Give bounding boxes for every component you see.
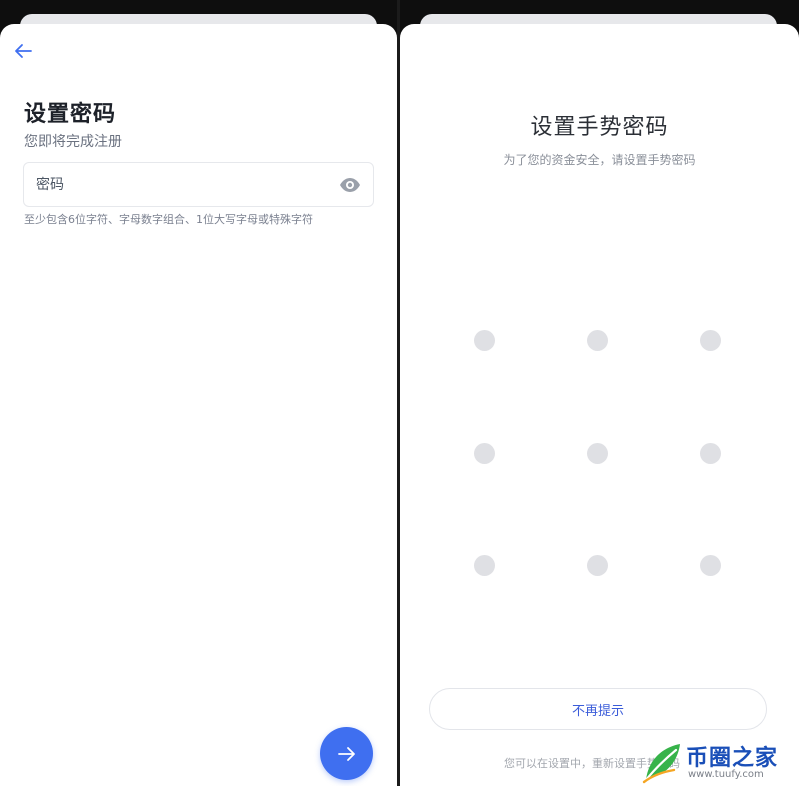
- set-password-screen: 设置密码 您即将完成注册 至少包含6位字符、字母数字组合、1位大写字母或特殊字符: [0, 0, 397, 786]
- gesture-dot-2[interactable]: [587, 330, 608, 351]
- site-watermark: 币圈之家 www.tuufy.com: [640, 738, 796, 784]
- page-subtitle: 您即将完成注册: [24, 134, 122, 150]
- next-button[interactable]: [320, 727, 373, 780]
- password-input[interactable]: [36, 163, 326, 206]
- watermark-url: www.tuufy.com: [688, 769, 764, 780]
- gesture-dot-4[interactable]: [474, 443, 495, 464]
- toggle-visibility-button[interactable]: [339, 175, 361, 195]
- gesture-dot-7[interactable]: [474, 555, 495, 576]
- password-sheet: 设置密码 您即将完成注册 至少包含6位字符、字母数字组合、1位大写字母或特殊字符: [0, 24, 397, 786]
- watermark-brand: 币圈之家: [686, 746, 779, 771]
- back-button[interactable]: [8, 36, 38, 66]
- password-requirements-hint: 至少包含6位字符、字母数字组合、1位大写字母或特殊字符: [24, 213, 313, 226]
- page-subtitle: 为了您的资金安全，请设置手势密码: [503, 153, 696, 167]
- dont-remind-button[interactable]: 不再提示: [429, 688, 767, 730]
- set-gesture-screen: 设置手势密码 为了您的资金安全，请设置手势密码 不再提示 您可以在设置中，重新设…: [400, 0, 799, 786]
- gesture-dot-9[interactable]: [700, 555, 721, 576]
- eye-icon: [340, 178, 360, 192]
- gesture-sheet: 设置手势密码 为了您的资金安全，请设置手势密码 不再提示 您可以在设置中，重新设…: [400, 24, 799, 786]
- arrow-right-icon: [337, 746, 355, 761]
- gesture-dot-5[interactable]: [587, 443, 608, 464]
- arrow-left-icon: [15, 44, 32, 58]
- page-title: 设置手势密码: [530, 115, 669, 140]
- gesture-dot-6[interactable]: [700, 443, 721, 464]
- password-field-container: [23, 162, 374, 207]
- gesture-dot-1[interactable]: [474, 330, 495, 351]
- page-title: 设置密码: [24, 102, 117, 127]
- gesture-dot-8[interactable]: [587, 555, 608, 576]
- gesture-dot-3[interactable]: [700, 330, 721, 351]
- leaf-logo-icon: [642, 744, 680, 784]
